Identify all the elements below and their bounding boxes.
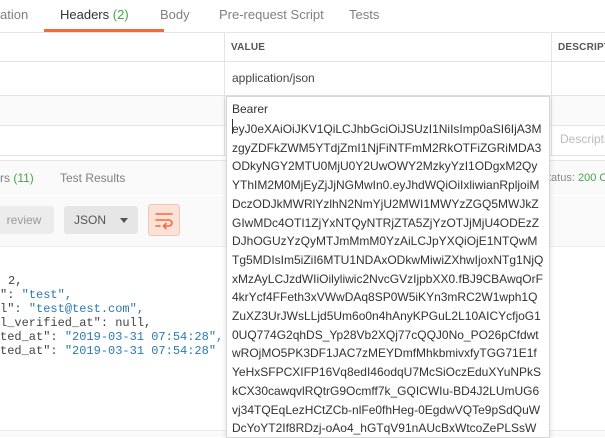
tab-headers[interactable]: Headers (2) <box>60 0 129 31</box>
bearer-token-text[interactable]: eyJ0eXAiOiJKV1QiLCJhbGciOiJSUzI1NiIsImp0… <box>232 120 544 437</box>
token-type-label: Bearer <box>232 102 269 116</box>
table-divider <box>0 61 605 62</box>
code-line: 2, <box>8 274 23 288</box>
chevron-down-icon <box>120 218 128 223</box>
code-line: ted_at": "2019-03-31 07:54:28", <box>0 330 224 344</box>
tab-authorization[interactable]: ation <box>0 0 28 31</box>
tab-authorization-label: ation <box>0 7 29 22</box>
code-line: l_verified_at": null, <box>0 316 152 330</box>
tab-headers-count: (2) <box>112 7 129 22</box>
tab-body[interactable]: Body <box>160 0 190 31</box>
wrap-lines-button[interactable] <box>148 204 180 236</box>
header-value-field[interactable]: application/json <box>232 71 315 85</box>
request-tabs: ation Headers (2) Body Pre-request Scrip… <box>0 0 605 33</box>
format-select[interactable]: JSON <box>64 206 138 234</box>
column-header-description: DESCRIPT <box>558 42 605 53</box>
active-tab-indicator <box>44 29 164 32</box>
tab-prerequest-label: Pre-request Script <box>219 7 324 22</box>
column-divider <box>224 33 225 155</box>
tab-tests-label: Tests <box>349 7 380 22</box>
preview-label: review <box>6 213 42 227</box>
status-label: tatus: <box>548 172 575 184</box>
format-select-value: JSON <box>74 213 107 227</box>
description-field[interactable]: Descripti <box>560 132 605 146</box>
tab-test-results[interactable]: Test Results <box>60 161 125 195</box>
header-value-expanded-editor[interactable]: Bearer eyJ0eXAiOiJKV1QiLCJhbGciOiJSUzI1N… <box>226 96 550 438</box>
tab-response-headers[interactable]: rs (11) <box>0 161 34 195</box>
tab-tests[interactable]: Tests <box>349 0 379 31</box>
column-header-value: VALUE <box>231 42 266 53</box>
response-body-code[interactable]: 2, ": "test", l": "test@test.com", l_ver… <box>0 262 230 382</box>
status-indicator: tatus: 200 O <box>548 161 605 195</box>
preview-button[interactable]: review <box>0 206 54 234</box>
tab-headers-label: Headers <box>60 7 110 22</box>
tab-response-headers-label: rs <box>0 171 10 185</box>
wrap-lines-icon <box>155 213 173 230</box>
column-divider <box>551 33 552 155</box>
tab-response-headers-count: (11) <box>13 171 34 185</box>
tab-prerequest-script[interactable]: Pre-request Script <box>219 0 324 31</box>
code-line: l": "test@test.com", <box>0 302 145 316</box>
tab-test-results-label: Test Results <box>60 171 126 185</box>
tab-body-label: Body <box>160 7 190 22</box>
code-line: ted_at": "2019-03-31 07:54:28" <box>0 344 217 358</box>
status-value: 200 O <box>577 172 605 184</box>
text-cursor <box>232 119 233 134</box>
code-line: ": "test", <box>0 288 73 302</box>
